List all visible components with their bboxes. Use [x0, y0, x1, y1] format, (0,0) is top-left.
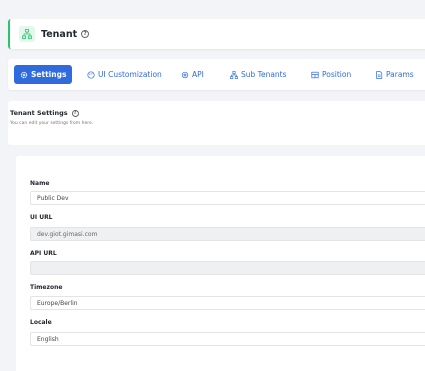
- timezone-select[interactable]: Europe/Berlin: [30, 296, 425, 310]
- timezone-label: Timezone: [30, 284, 63, 291]
- help-icon[interactable]: ?: [81, 30, 90, 38]
- tab-label: Position: [322, 70, 352, 79]
- page-header: Tenant ?: [8, 19, 425, 49]
- tab-sub-tenants[interactable]: Sub Tenants: [230, 65, 287, 84]
- tab-position[interactable]: Position: [311, 65, 351, 84]
- name-label: Name: [30, 180, 50, 187]
- palette-icon: [87, 70, 95, 79]
- tab-settings[interactable]: Settings: [14, 65, 73, 84]
- locale-select[interactable]: English: [30, 332, 425, 346]
- tab-api[interactable]: API: [181, 65, 204, 84]
- settings-title-text: Tenant Settings: [10, 109, 68, 117]
- locale-label: Locale: [30, 319, 52, 326]
- gear-icon: [20, 71, 28, 79]
- settings-title: Tenant Settings ?: [10, 109, 79, 117]
- tab-label: Settings: [31, 70, 67, 79]
- settings-form: Name Public Dev UI URL dev.giot.gimasi.c…: [16, 156, 425, 371]
- help-icon[interactable]: ?: [71, 109, 79, 117]
- sitemap-icon: [19, 26, 35, 42]
- position-icon: [311, 71, 319, 79]
- tab-label: Sub Tenants: [241, 70, 287, 79]
- document-icon: [375, 70, 383, 79]
- sitemap-icon: [230, 70, 238, 79]
- tab-label: UI Customization: [98, 70, 162, 79]
- api-url-label: API URL: [30, 250, 57, 257]
- cog-icon: [181, 71, 189, 79]
- tab-label: Params: [386, 70, 414, 79]
- tab-label: API: [192, 70, 204, 79]
- tab-ui-customization[interactable]: UI Customization: [87, 65, 162, 84]
- page-title: Tenant: [41, 28, 78, 40]
- tab-params[interactable]: Params: [375, 65, 414, 84]
- api-url-field[interactable]: [30, 261, 425, 275]
- ui-url-field[interactable]: dev.giot.gimasi.com: [30, 227, 425, 241]
- ui-url-label: UI URL: [30, 214, 53, 221]
- settings-subtitle: You can edit your settings from here.: [10, 121, 94, 126]
- name-field[interactable]: Public Dev: [30, 191, 425, 205]
- tab-bar: Settings UI Customization API Sub Tenant…: [8, 59, 425, 90]
- settings-header-card: Tenant Settings ? You can edit your sett…: [8, 101, 425, 145]
